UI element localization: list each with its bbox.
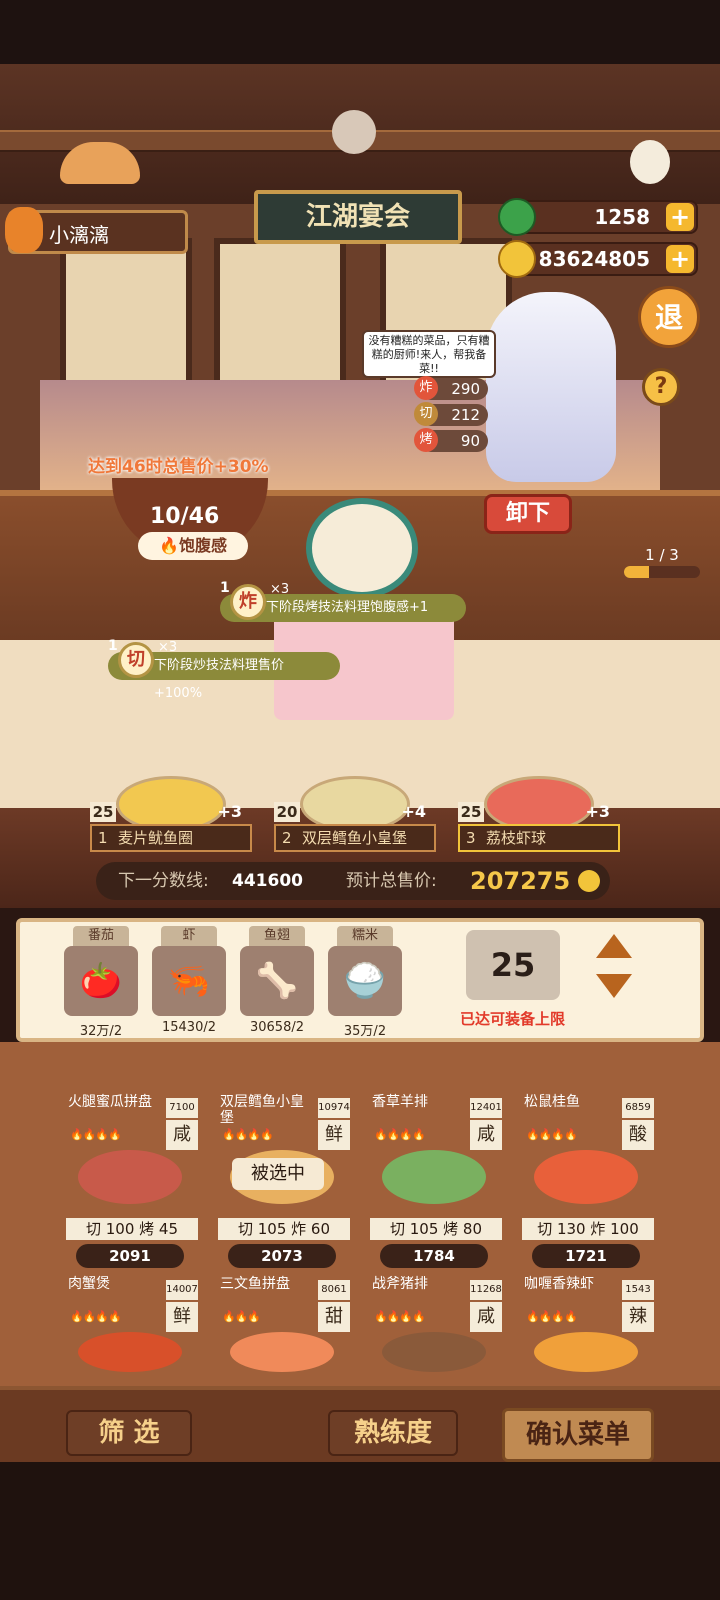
flame-rating-icon: 🔥🔥🔥🔥 — [526, 1310, 578, 1323]
filter-button[interactable]: 筛 选 — [66, 1410, 192, 1456]
flame-rating-icon: 🔥🔥🔥 — [222, 1310, 261, 1323]
skill-tip-fry: 1 炸 ×3 下阶段烤技法料理饱腹感+1 — [220, 580, 466, 622]
coin-counter: 83624805 + — [498, 240, 698, 278]
owl-decoration — [332, 110, 376, 154]
unload-chef-button[interactable]: 卸下 — [484, 494, 572, 534]
dish-image — [382, 1150, 486, 1204]
skill-tip-cut: 1 切 ×3 下阶段炒技法料理售价+100% — [108, 638, 340, 701]
shrimp-icon: 🦐 — [152, 946, 226, 1016]
recipe-card[interactable]: 肉蟹煲 🔥🔥🔥🔥 14007 鲜 — [60, 1276, 204, 1386]
recipe-price: 1784 — [380, 1244, 488, 1268]
flame-rating-icon: 🔥🔥🔥🔥 — [70, 1128, 122, 1141]
shark-fin-icon: 🦴 — [240, 946, 314, 1016]
recipe-card[interactable]: 战斧猪排 🔥🔥🔥🔥 11268 咸 — [364, 1276, 508, 1386]
dish-image — [382, 1332, 486, 1372]
dish-image — [534, 1150, 638, 1204]
dish-image — [534, 1332, 638, 1372]
rice-icon: 🍚 — [328, 946, 402, 1016]
jade-counter: 1258 + — [498, 198, 698, 236]
recipe-price: 2073 — [228, 1244, 336, 1268]
tomato-icon: 🍅 — [64, 946, 138, 1016]
coin-icon — [578, 870, 600, 892]
recipe-card[interactable]: 火腿蜜瓜拼盘 🔥🔥🔥🔥 7100 咸 切 100 烤 45 2091 — [60, 1094, 204, 1268]
dish-image — [78, 1150, 182, 1204]
chef-stat-fry: 炸 290 — [414, 376, 488, 400]
flame-rating-icon: 🔥🔥🔥🔥 — [70, 1310, 122, 1323]
jade-amount: 1258 — [594, 205, 650, 229]
menu-slot-1[interactable]: 25 +3 1 麦片鱿鱼圈 — [90, 776, 252, 860]
proficiency-button[interactable]: 熟练度 — [328, 1410, 458, 1456]
equip-limit-text: 已达可装备上限 — [460, 1010, 566, 1028]
shoji-window — [214, 238, 346, 400]
score-bar: 下一分数线: 441600 预计总售价: 207275 — [96, 862, 610, 900]
satiety-count: 10/46 — [150, 504, 220, 529]
menu-slot-3[interactable]: 25 +3 3 荔枝虾球 — [458, 776, 620, 860]
retreat-button[interactable]: 退 — [638, 286, 700, 348]
total-price-value: 207275 — [470, 867, 571, 895]
add-coins-button[interactable]: + — [666, 245, 694, 273]
equip-count: 25 — [466, 930, 560, 1000]
chef-speech-bubble: 没有糟糕的菜品，只有糟糕的厨师!来人，帮我备菜!! — [362, 330, 496, 378]
page-indicator[interactable]: 1 / 3 — [624, 546, 700, 606]
chef-character[interactable] — [486, 292, 616, 482]
page-progress-fill — [624, 566, 650, 578]
ingredient-rice[interactable]: 糯米 🍚 35万/2 — [328, 926, 402, 1039]
selected-badge: 被选中 — [232, 1158, 324, 1190]
menu-slot-2[interactable]: 20 +4 2 双层鳕鱼小皇堡 — [274, 776, 436, 860]
bottom-floor — [0, 1462, 720, 1600]
fry-badge-icon: 炸 — [230, 584, 266, 620]
dish-image — [78, 1332, 182, 1372]
avatar[interactable] — [5, 207, 43, 253]
cat-decoration — [630, 140, 670, 184]
coin-amount: 83624805 — [538, 247, 650, 271]
chef-stat-roast: 烤 90 — [414, 428, 488, 452]
page-indicator-text: 1 / 3 — [645, 546, 679, 564]
recipe-price: 2091 — [76, 1244, 184, 1268]
help-button[interactable]: ? — [642, 368, 680, 406]
flame-rating-icon: 🔥🔥🔥🔥 — [222, 1128, 274, 1141]
next-score-value: 441600 — [232, 871, 303, 891]
recipe-card[interactable]: 咖喱香辣虾 🔥🔥🔥🔥 1543 辣 — [516, 1276, 660, 1386]
recipe-price: 1721 — [532, 1244, 640, 1268]
coin-icon — [498, 240, 536, 278]
increase-arrow-icon[interactable] — [594, 932, 634, 960]
ingredient-shark-fin[interactable]: 鱼翅 🦴 30658/2 — [240, 926, 314, 1035]
recipe-card[interactable]: 松鼠桂鱼 🔥🔥🔥🔥 6859 酸 切 130 炸 100 1721 — [516, 1094, 660, 1268]
flame-rating-icon: 🔥🔥🔥🔥 — [526, 1128, 578, 1141]
recipe-card[interactable]: 香草羊排 🔥🔥🔥🔥 12401 咸 切 105 烤 80 1784 — [364, 1094, 508, 1268]
mascot-head — [306, 498, 418, 598]
flame-icon: 🔥 — [159, 536, 179, 555]
restaurant-sign: 江湖宴会 — [254, 190, 462, 244]
decrease-arrow-icon[interactable] — [594, 972, 634, 1000]
chef-stat-cut: 切 212 — [414, 402, 488, 426]
confirm-menu-button[interactable]: 确认菜单 — [502, 1408, 654, 1462]
next-score-label: 下一分数线: — [118, 871, 209, 891]
cut-badge-icon: 切 — [118, 642, 154, 678]
ingredient-shrimp[interactable]: 虾 🦐 15430/2 — [152, 926, 226, 1035]
dish-image — [230, 1332, 334, 1372]
recipe-card[interactable]: 三文鱼拼盘 🔥🔥🔥 8061 甜 — [212, 1276, 356, 1386]
player-name: 小漓漓 — [49, 223, 109, 247]
total-price-label: 预计总售价: — [346, 871, 437, 891]
ingredient-tomato[interactable]: 番茄 🍅 32万/2 — [64, 926, 138, 1039]
jade-icon — [498, 198, 536, 236]
flame-rating-icon: 🔥🔥🔥🔥 — [374, 1310, 426, 1323]
flame-rating-icon: 🔥🔥🔥🔥 — [374, 1128, 426, 1141]
status-strip — [0, 0, 720, 64]
add-jade-button[interactable]: + — [666, 203, 694, 231]
player-nameplate[interactable]: 小漓漓 — [5, 207, 188, 254]
page-progress — [624, 566, 700, 578]
satiety-label: 🔥饱腹感 — [138, 532, 248, 560]
satiety-bonus-text: 达到46时总售价+30% — [88, 457, 269, 477]
shoji-window — [60, 238, 192, 400]
